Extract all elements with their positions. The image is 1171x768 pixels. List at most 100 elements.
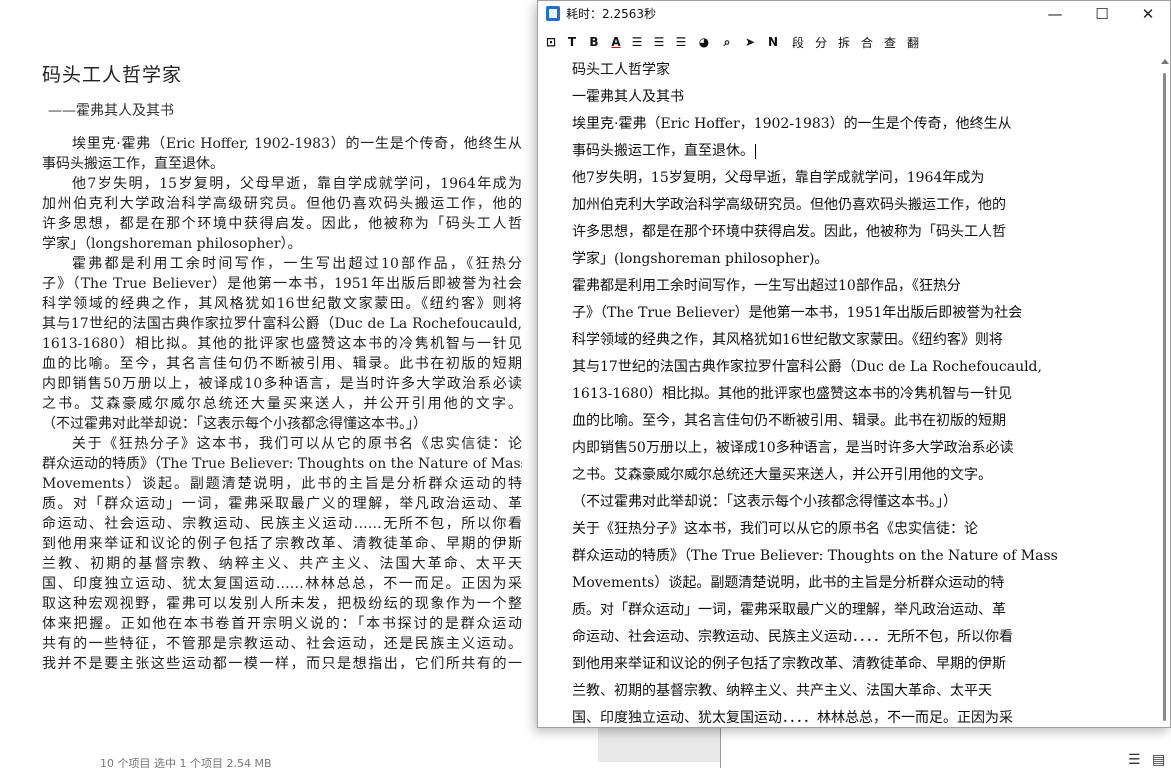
n-icon[interactable]: N <box>764 31 782 53</box>
ocr-line: 到他用来举证和议论的例子包括了宗教改革、清教徒革命、早期的伊斯 <box>572 651 1072 678</box>
ocr-line: 加州伯克利大学政治科学高级研究员。但他仍喜欢码头搬运工作，他的 <box>572 192 1072 219</box>
document-subtitle: ——霍弗其人及其书 <box>48 103 174 119</box>
ocr-line-text: 埃里克·霍弗（Eric Hoffer，1902-1983）的一生是个传奇，他终生… <box>572 116 1012 132</box>
document-line: 内即销售50万册以上，被译成10多种语言，是当时许多大学政治系必读 <box>42 376 522 392</box>
ocr-line-text: 兰教、初期的基督宗教、纳粹主义、共产主义、法国大革命、太平天 <box>572 683 992 699</box>
ocr-line: 血的比喻。至今，其名言佳句仍不断被引用、辑录。此书在初版的短期 <box>572 408 1072 435</box>
ocr-line: 之书。艾森豪威尔威尔总统还大量买来送人，并公开引用他的文字。 <box>572 462 1072 489</box>
details-view-icon[interactable]: ▤ <box>1152 752 1165 768</box>
frame-icon[interactable]: ⊡ <box>542 31 560 53</box>
document-line: 兰教、初期的基督宗教、纳粹主义、共产主义、法国大革命、太平天 <box>42 556 522 572</box>
ocr-line-text: 霍弗都是利用工余时间写作，一生写出超过10部作品，《狂热分 <box>572 278 961 294</box>
ocr-line-text: 加州伯克利大学政治科学高级研究员。但他仍喜欢码头搬运工作，他的 <box>572 197 1006 213</box>
ocr-line: 一霍弗其人及其书 <box>572 84 1072 111</box>
ocr-line-text: 许多思想，都是在那个环境中获得启发。因此，他被称为「码头工人哲 <box>572 224 1006 240</box>
align-justify-icon[interactable]: ☰ <box>650 31 668 53</box>
ocr-line: 其与17世纪的法国古典作家拉罗什富科公爵（Duc de La Rochefouc… <box>572 354 1072 381</box>
app-icon <box>546 6 560 21</box>
ocr-line: 他7岁失明，15岁复明，父母早逝，靠自学成就学问，1964年成为 <box>572 165 1072 192</box>
ocr-line: 兰教、初期的基督宗教、纳粹主义、共产主义、法国大革命、太平天 <box>572 678 1072 705</box>
scroll-up-arrow-icon[interactable] <box>1161 59 1169 64</box>
document-line: 体来把握。正如他在本书卷首开宗明义说的：「本书探讨的是群众运动 <box>42 616 522 632</box>
ocr-line-text: 1613-1680）相比拟。其他的批评家也盛赞这本书的冷隽机智与一针见 <box>572 386 1012 402</box>
toolbar: ⊡ T B A ☰ ☰ ☰ ◕ ⌕ ➤ N 段分拆合查翻 <box>538 31 1170 53</box>
align-left-icon[interactable]: ☰ <box>628 31 646 53</box>
divider <box>720 728 721 768</box>
ocr-line: 国、印度独立运动、犹太复国运动．．．．林林总总，不一而足。正因为采 <box>572 705 1072 727</box>
bold-icon[interactable]: B <box>585 31 603 53</box>
document-line: 学家」（longshoreman philosopher）。 <box>42 236 302 252</box>
document-line: 取这种宏观视野，霍弗可以发别人所未发，把极纷纭的现象作为一个整 <box>42 596 522 612</box>
ocr-line: 1613-1680）相比拟。其他的批评家也盛赞这本书的冷隽机智与一针见 <box>572 381 1072 408</box>
vertical-scrollbar[interactable] <box>1159 55 1170 727</box>
document-body: 埃里克·霍弗（Eric Hoffer, 1902-1983）的一生是个传奇，他终… <box>42 134 522 674</box>
close-button[interactable]: ✕ <box>1125 1 1171 27</box>
document-title: 码头工人哲学家 <box>42 64 183 86</box>
align-right-icon[interactable]: ☰ <box>672 31 690 53</box>
ocr-line: 关于《狂热分子》这本书，我们可以从它的原书名《忠实信徒：论 <box>572 516 1072 543</box>
ocr-line-text: （不过霍弗对此举却说：「这表示每个小孩都念得懂这本书。」） <box>572 494 957 510</box>
split-button[interactable]: 分 <box>812 31 830 53</box>
lookup-button[interactable]: 查 <box>881 31 899 53</box>
ocr-line-text: 关于《狂热分子》这本书，我们可以从它的原书名《忠实信徒：论 <box>572 521 978 537</box>
ocr-line: （不过霍弗对此举却说：「这表示每个小孩都念得懂这本书。」） <box>572 489 1072 516</box>
list-view-icon[interactable]: ☰ <box>1128 752 1141 768</box>
minimize-button[interactable]: — <box>1032 1 1078 27</box>
document-line: 霍弗都是利用工余时间写作，一生写出超过10部作品，《狂热分 <box>72 256 522 272</box>
document-line: 加州伯克利大学政治科学高级研究员。但他仍喜欢码头搬运工作，他的 <box>42 196 522 212</box>
ocr-line-text: 命运动、社会运动、宗教运动、民族主义运动．．．．无所不包，所以你看 <box>572 629 1013 645</box>
document-line: 科学领域的经典之作，其风格犹如16世纪散文家蒙田。《纽约客》则将 <box>42 296 522 312</box>
ocr-line: 码头工人哲学家 <box>572 57 1072 84</box>
text-caret <box>755 143 756 159</box>
document-line: 我并不是要主张这些运动都一模一样，而只是想指出，它们所共有的一 <box>42 656 522 672</box>
ocr-line-text: 群众运动的特质》（The True Believer: Thoughts on … <box>572 548 1058 564</box>
ocr-line: 命运动、社会运动、宗教运动、民族主义运动．．．．无所不包，所以你看 <box>572 624 1072 651</box>
ocr-line-text: 血的比喻。至今，其名言佳句仍不断被引用、辑录。此书在初版的短期 <box>572 413 1006 429</box>
document-line: 许多思想，都是在那个环境中获得启发。因此，他被称为「码头工人哲 <box>42 216 522 232</box>
segment-button[interactable]: 段 <box>789 31 807 53</box>
ocr-line-text: 其与17世纪的法国古典作家拉罗什富科公爵（Duc de La Rochefouc… <box>572 359 1042 375</box>
ocr-line-text: 事码头搬运工作，直至退休。 <box>572 143 754 159</box>
document-line: 埃里克·霍弗（Eric Hoffer, 1902-1983）的一生是个传奇，他终… <box>72 136 522 152</box>
ocr-line-text: 到他用来举证和议论的例子包括了宗教改革、清教徒革命、早期的伊斯 <box>572 656 1006 672</box>
ocr-line-text: 质。对「群众运动」一词，霍弗采取最广义的理解，举凡政治运动、革 <box>572 602 1006 618</box>
ocr-line-text: 他7岁失明，15岁复明，父母早逝，靠自学成就学问，1964年成为 <box>572 170 985 186</box>
document-line: 共有的一些特征，不管那是宗教运动、社会运动，还是民族主义运动。 <box>42 636 522 652</box>
ocr-result-window: 耗时：2.2563秒 — ☐ ✕ ⊡ T B A ☰ ☰ ☰ ◕ ⌕ ➤ N 段分拆合查翻 码头工人哲… <box>537 0 1171 728</box>
ocr-line: Movements）谈起。副题清楚说明，此书的主旨是分析群众运动的特 <box>572 570 1072 597</box>
document-line: 事码头搬运工作，直至退休。 <box>42 156 224 172</box>
window-title: 耗时：2.2563秒 <box>566 7 656 21</box>
search-icon[interactable]: ⌕ <box>718 31 736 53</box>
ocr-line-text: 国、印度独立运动、犹太复国运动．．．．林林总总，不一而足。正因为采 <box>572 710 1013 726</box>
send-icon[interactable]: ➤ <box>741 31 759 53</box>
scrollbar-thumb[interactable] <box>1163 73 1166 721</box>
palette-icon[interactable]: ◕ <box>695 31 713 53</box>
document-line: （不过霍弗对此举却说：「这表示每个小孩都念得懂这本书。」） <box>42 416 427 432</box>
document-line: 关于《狂热分子》这本书，我们可以从它的原书名《忠实信徒：论 <box>72 436 522 452</box>
document-line: 质。对「群众运动」一词，霍弗采取最广义的理解，举凡政治运动、革 <box>42 496 522 512</box>
document-line: 国、印度独立运动、犹太复国运动……林林总总，不一而足。正因为采 <box>42 576 522 592</box>
separate-button[interactable]: 拆 <box>835 31 853 53</box>
document-line: 血的比喻。至今，其名言佳句仍不断被引用、辑录。此书在初版的短期 <box>42 356 522 372</box>
document-line: 1613-1680）相比拟。其他的批评家也盛赞这本书的冷隽机智与一针见 <box>42 336 522 352</box>
font-color-icon[interactable]: A <box>607 31 625 53</box>
text-icon[interactable]: T <box>563 31 581 53</box>
document-line: Movements）谈起。副题清楚说明，此书的主旨是分析群众运动的特 <box>42 476 522 492</box>
maximize-button[interactable]: ☐ <box>1079 1 1125 27</box>
ocr-line: 霍弗都是利用工余时间写作，一生写出超过10部作品，《狂热分 <box>572 273 1072 300</box>
document-line: 群众运动的特质》（The True Believer: Thoughts on … <box>42 456 522 472</box>
merge-button[interactable]: 合 <box>858 31 876 53</box>
ocr-line: 学家」(longshoreman philosopher)。 <box>572 246 1072 273</box>
ocr-line-text: 学家」(longshoreman philosopher)。 <box>572 251 829 267</box>
ocr-line: 事码头搬运工作，直至退休。 <box>572 138 1072 165</box>
ocr-line-text: 一霍弗其人及其书 <box>572 89 684 105</box>
ocr-line-text: 子》（The True Believer）是他第一本书，1951年出版后即被誉为… <box>572 305 1023 321</box>
title-bar[interactable]: 耗时：2.2563秒 — ☐ ✕ <box>538 1 1170 27</box>
document-line: 子》（The True Believer）是他第一本书，1951年出版后即被誉为… <box>42 276 522 292</box>
ocr-line: 群众运动的特质》（The True Believer: Thoughts on … <box>572 543 1072 570</box>
document-line: 命运动、社会运动、宗教运动、民族主义运动……无所不包，所以你看 <box>42 516 522 532</box>
document-line: 之书。艾森豪威尔威尔总统还大量买来送人，并公开引用他的文字。 <box>42 396 522 412</box>
ocr-text-area[interactable]: 码头工人哲学家一霍弗其人及其书埃里克·霍弗（Eric Hoffer，1902-1… <box>538 55 1158 727</box>
ocr-line: 科学领域的经典之作，其风格犹如16世纪散文家蒙田。《纽约客》则将 <box>572 327 1072 354</box>
translate-button[interactable]: 翻 <box>904 31 922 53</box>
